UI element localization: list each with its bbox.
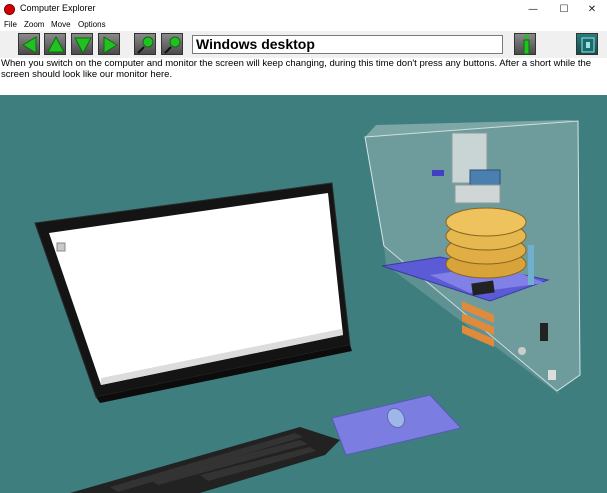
title-bar: Computer Explorer — ☐ ✕ <box>0 0 607 20</box>
menu-file[interactable]: File <box>4 20 17 29</box>
desktop-icon <box>56 242 66 252</box>
window-title: Computer Explorer <box>20 3 96 13</box>
case-port <box>540 323 548 341</box>
zoom-out-icon <box>164 36 181 54</box>
location-title: Windows desktop <box>192 35 503 54</box>
menu-move[interactable]: Move <box>51 20 71 29</box>
case-connector <box>432 170 444 176</box>
zoom-out-button[interactable] <box>161 33 183 55</box>
zoom-in-icon <box>137 36 154 54</box>
case-connector <box>528 245 534 285</box>
power-button <box>518 347 526 355</box>
zoom-in-button[interactable] <box>134 33 156 55</box>
up-button[interactable] <box>44 33 66 55</box>
forward-arrow-icon <box>103 36 118 54</box>
down-button[interactable] <box>71 33 93 55</box>
close-button[interactable]: ✕ <box>577 0 607 19</box>
info-icon <box>523 35 530 55</box>
maximize-button[interactable]: ☐ <box>549 0 579 19</box>
toolbar: Windows desktop <box>0 31 607 58</box>
drive-unit <box>454 184 501 204</box>
menu-zoom[interactable]: Zoom <box>24 20 44 29</box>
scene-viewport[interactable] <box>0 95 607 493</box>
menu-bar: File Zoom Move Options <box>0 19 607 31</box>
forward-button[interactable] <box>98 33 120 55</box>
menu-options[interactable]: Options <box>78 20 106 29</box>
down-arrow-icon <box>74 37 92 55</box>
info-button[interactable] <box>514 33 536 55</box>
hard-drive <box>445 207 527 279</box>
exit-button[interactable] <box>576 33 598 55</box>
back-button[interactable] <box>18 33 40 55</box>
app-icon <box>4 4 15 15</box>
up-arrow-icon <box>47 35 65 53</box>
exit-icon <box>581 37 595 53</box>
scene-illustration <box>34 120 581 493</box>
back-arrow-icon <box>22 36 37 54</box>
description-text: When you switch on the computer and moni… <box>1 58 605 94</box>
minimize-button[interactable]: — <box>518 0 548 19</box>
case-port <box>548 370 556 380</box>
